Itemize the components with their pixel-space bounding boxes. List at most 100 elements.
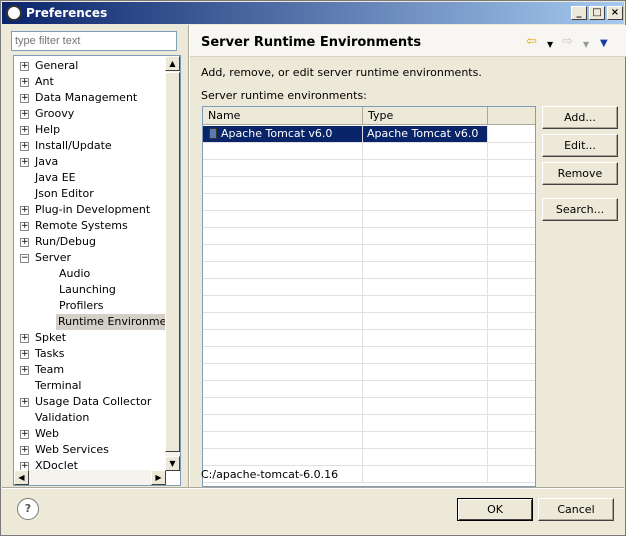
add-button[interactable]: Add... <box>542 106 618 129</box>
tree-item[interactable]: + Team <box>14 362 166 378</box>
table-cell <box>488 330 535 346</box>
tree-expander-icon[interactable]: + <box>20 334 29 343</box>
tree-item[interactable]: Terminal <box>14 378 166 394</box>
filter-input[interactable] <box>11 31 177 51</box>
table-row[interactable] <box>203 262 535 279</box>
title-bar[interactable]: Preferences _ □ × <box>2 2 624 24</box>
back-dropdown-icon[interactable]: ▼ <box>547 38 553 51</box>
tree-expander-icon[interactable]: + <box>20 62 29 71</box>
edit-button[interactable]: Edit... <box>542 134 618 157</box>
tree-expander-icon[interactable]: + <box>20 398 29 407</box>
table-row[interactable] <box>203 415 535 432</box>
tree-item[interactable]: + Spket <box>14 330 166 346</box>
table-row[interactable] <box>203 449 535 466</box>
tree-item[interactable]: + Java <box>14 154 166 170</box>
tree-item[interactable]: + Web <box>14 426 166 442</box>
tree-expander-icon[interactable]: + <box>20 78 29 87</box>
view-menu-icon[interactable]: ▼ <box>600 37 608 50</box>
forward-dropdown-icon[interactable]: ▼ <box>583 38 589 51</box>
tree-expander-icon[interactable]: + <box>20 110 29 119</box>
tree-vertical-scrollbar[interactable]: ▲ ▼ <box>165 56 180 471</box>
preference-tree[interactable]: + XDoclet + Web Services + Web Validation + Usag… <box>13 55 181 486</box>
tree-item[interactable]: + Web Services <box>14 442 166 458</box>
tree-expander-icon[interactable]: + <box>20 238 29 247</box>
tree-item[interactable]: Runtime Environments <box>14 314 180 330</box>
tree-horizontal-scrollbar[interactable]: ◀ ▶ <box>14 470 166 485</box>
column-header-type[interactable]: Type <box>363 107 488 125</box>
tree-expander-icon[interactable]: + <box>20 350 29 359</box>
tree-expander-icon[interactable]: + <box>20 446 29 455</box>
tree-expander-icon[interactable]: + <box>20 366 29 375</box>
table-row[interactable] <box>203 432 535 449</box>
tree-item[interactable]: + Run/Debug <box>14 234 166 250</box>
tree-expander-icon[interactable]: + <box>20 142 29 151</box>
table-row[interactable] <box>203 398 535 415</box>
table-cell <box>203 160 363 176</box>
tree-item[interactable]: + Ant <box>14 74 166 90</box>
table-cell <box>203 211 363 227</box>
tree-item[interactable]: + Install/Update <box>14 138 166 154</box>
table-row[interactable] <box>203 381 535 398</box>
table-row[interactable] <box>203 160 535 177</box>
runtime-table[interactable]: Name Type Apache Tomcat v6.0 Apache Tomca… <box>202 106 536 487</box>
cancel-button[interactable]: Cancel <box>538 498 614 521</box>
ok-button[interactable]: OK <box>457 498 533 521</box>
forward-arrow-icon[interactable]: ⇨ <box>562 35 573 48</box>
back-arrow-icon[interactable]: ⇦ <box>526 35 537 48</box>
table-row[interactable] <box>203 296 535 313</box>
tree-item[interactable]: + Remote Systems <box>14 218 166 234</box>
table-row[interactable] <box>203 330 535 347</box>
scroll-right-icon[interactable]: ▶ <box>151 470 166 485</box>
table-row[interactable]: Apache Tomcat v6.0 Apache Tomcat v6.0 <box>203 126 535 143</box>
tree-item[interactable]: + General <box>14 58 166 74</box>
preferences-window: Preferences _ □ × +XDoclet+Web Services+… <box>0 0 626 536</box>
search-button[interactable]: Search... <box>542 198 618 221</box>
table-row[interactable] <box>203 279 535 296</box>
table-row[interactable] <box>203 143 535 160</box>
tree-expander-icon[interactable]: − <box>20 254 29 263</box>
tree-item[interactable]: Profilers <box>14 298 166 314</box>
help-icon[interactable]: ? <box>17 498 39 520</box>
scroll-thumb[interactable] <box>165 72 180 452</box>
tree-expander-icon[interactable]: + <box>20 206 29 215</box>
tree-item[interactable]: Json Editor <box>14 186 166 202</box>
table-cell <box>203 262 363 278</box>
table-row[interactable] <box>203 228 535 245</box>
scroll-down-icon[interactable]: ▼ <box>165 456 180 471</box>
table-cell <box>203 330 363 346</box>
remove-button[interactable]: Remove <box>542 162 618 185</box>
tree-item[interactable]: Validation <box>14 410 166 426</box>
tree-item[interactable]: Java EE <box>14 170 166 186</box>
tree-expander-icon[interactable]: + <box>20 94 29 103</box>
table-cell <box>363 466 488 482</box>
table-row[interactable] <box>203 364 535 381</box>
maximize-button[interactable]: □ <box>589 6 605 20</box>
table-row[interactable] <box>203 245 535 262</box>
runtime-path: C:/apache-tomcat-6.0.16 <box>201 468 339 481</box>
scroll-up-icon[interactable]: ▲ <box>165 56 180 71</box>
table-row[interactable] <box>203 194 535 211</box>
tree-expander-icon[interactable]: + <box>20 430 29 439</box>
tree-item[interactable]: + Tasks <box>14 346 166 362</box>
tree-item[interactable]: + Groovy <box>14 106 166 122</box>
tree-expander-icon[interactable]: + <box>20 158 29 167</box>
tree-item[interactable]: + Usage Data Collector <box>14 394 166 410</box>
table-cell <box>488 194 535 210</box>
table-row[interactable] <box>203 347 535 364</box>
tree-item[interactable]: Launching <box>14 282 166 298</box>
tree-item[interactable]: Audio <box>14 266 166 282</box>
tree-expander-icon[interactable]: + <box>20 126 29 135</box>
scroll-left-icon[interactable]: ◀ <box>14 470 29 485</box>
minimize-button[interactable]: _ <box>571 6 587 20</box>
table-row[interactable] <box>203 211 535 228</box>
table-row[interactable] <box>203 313 535 330</box>
close-button[interactable]: × <box>607 6 623 20</box>
table-row[interactable] <box>203 177 535 194</box>
tree-item[interactable]: + Plug-in Development <box>14 202 166 218</box>
tree-item[interactable]: + Help <box>14 122 166 138</box>
tree-expander-icon[interactable]: + <box>20 222 29 231</box>
tree-item[interactable]: − Server <box>14 250 166 266</box>
column-header-name[interactable]: Name <box>203 107 363 125</box>
tree-item[interactable]: + Data Management <box>14 90 166 106</box>
table-cell <box>203 415 363 431</box>
